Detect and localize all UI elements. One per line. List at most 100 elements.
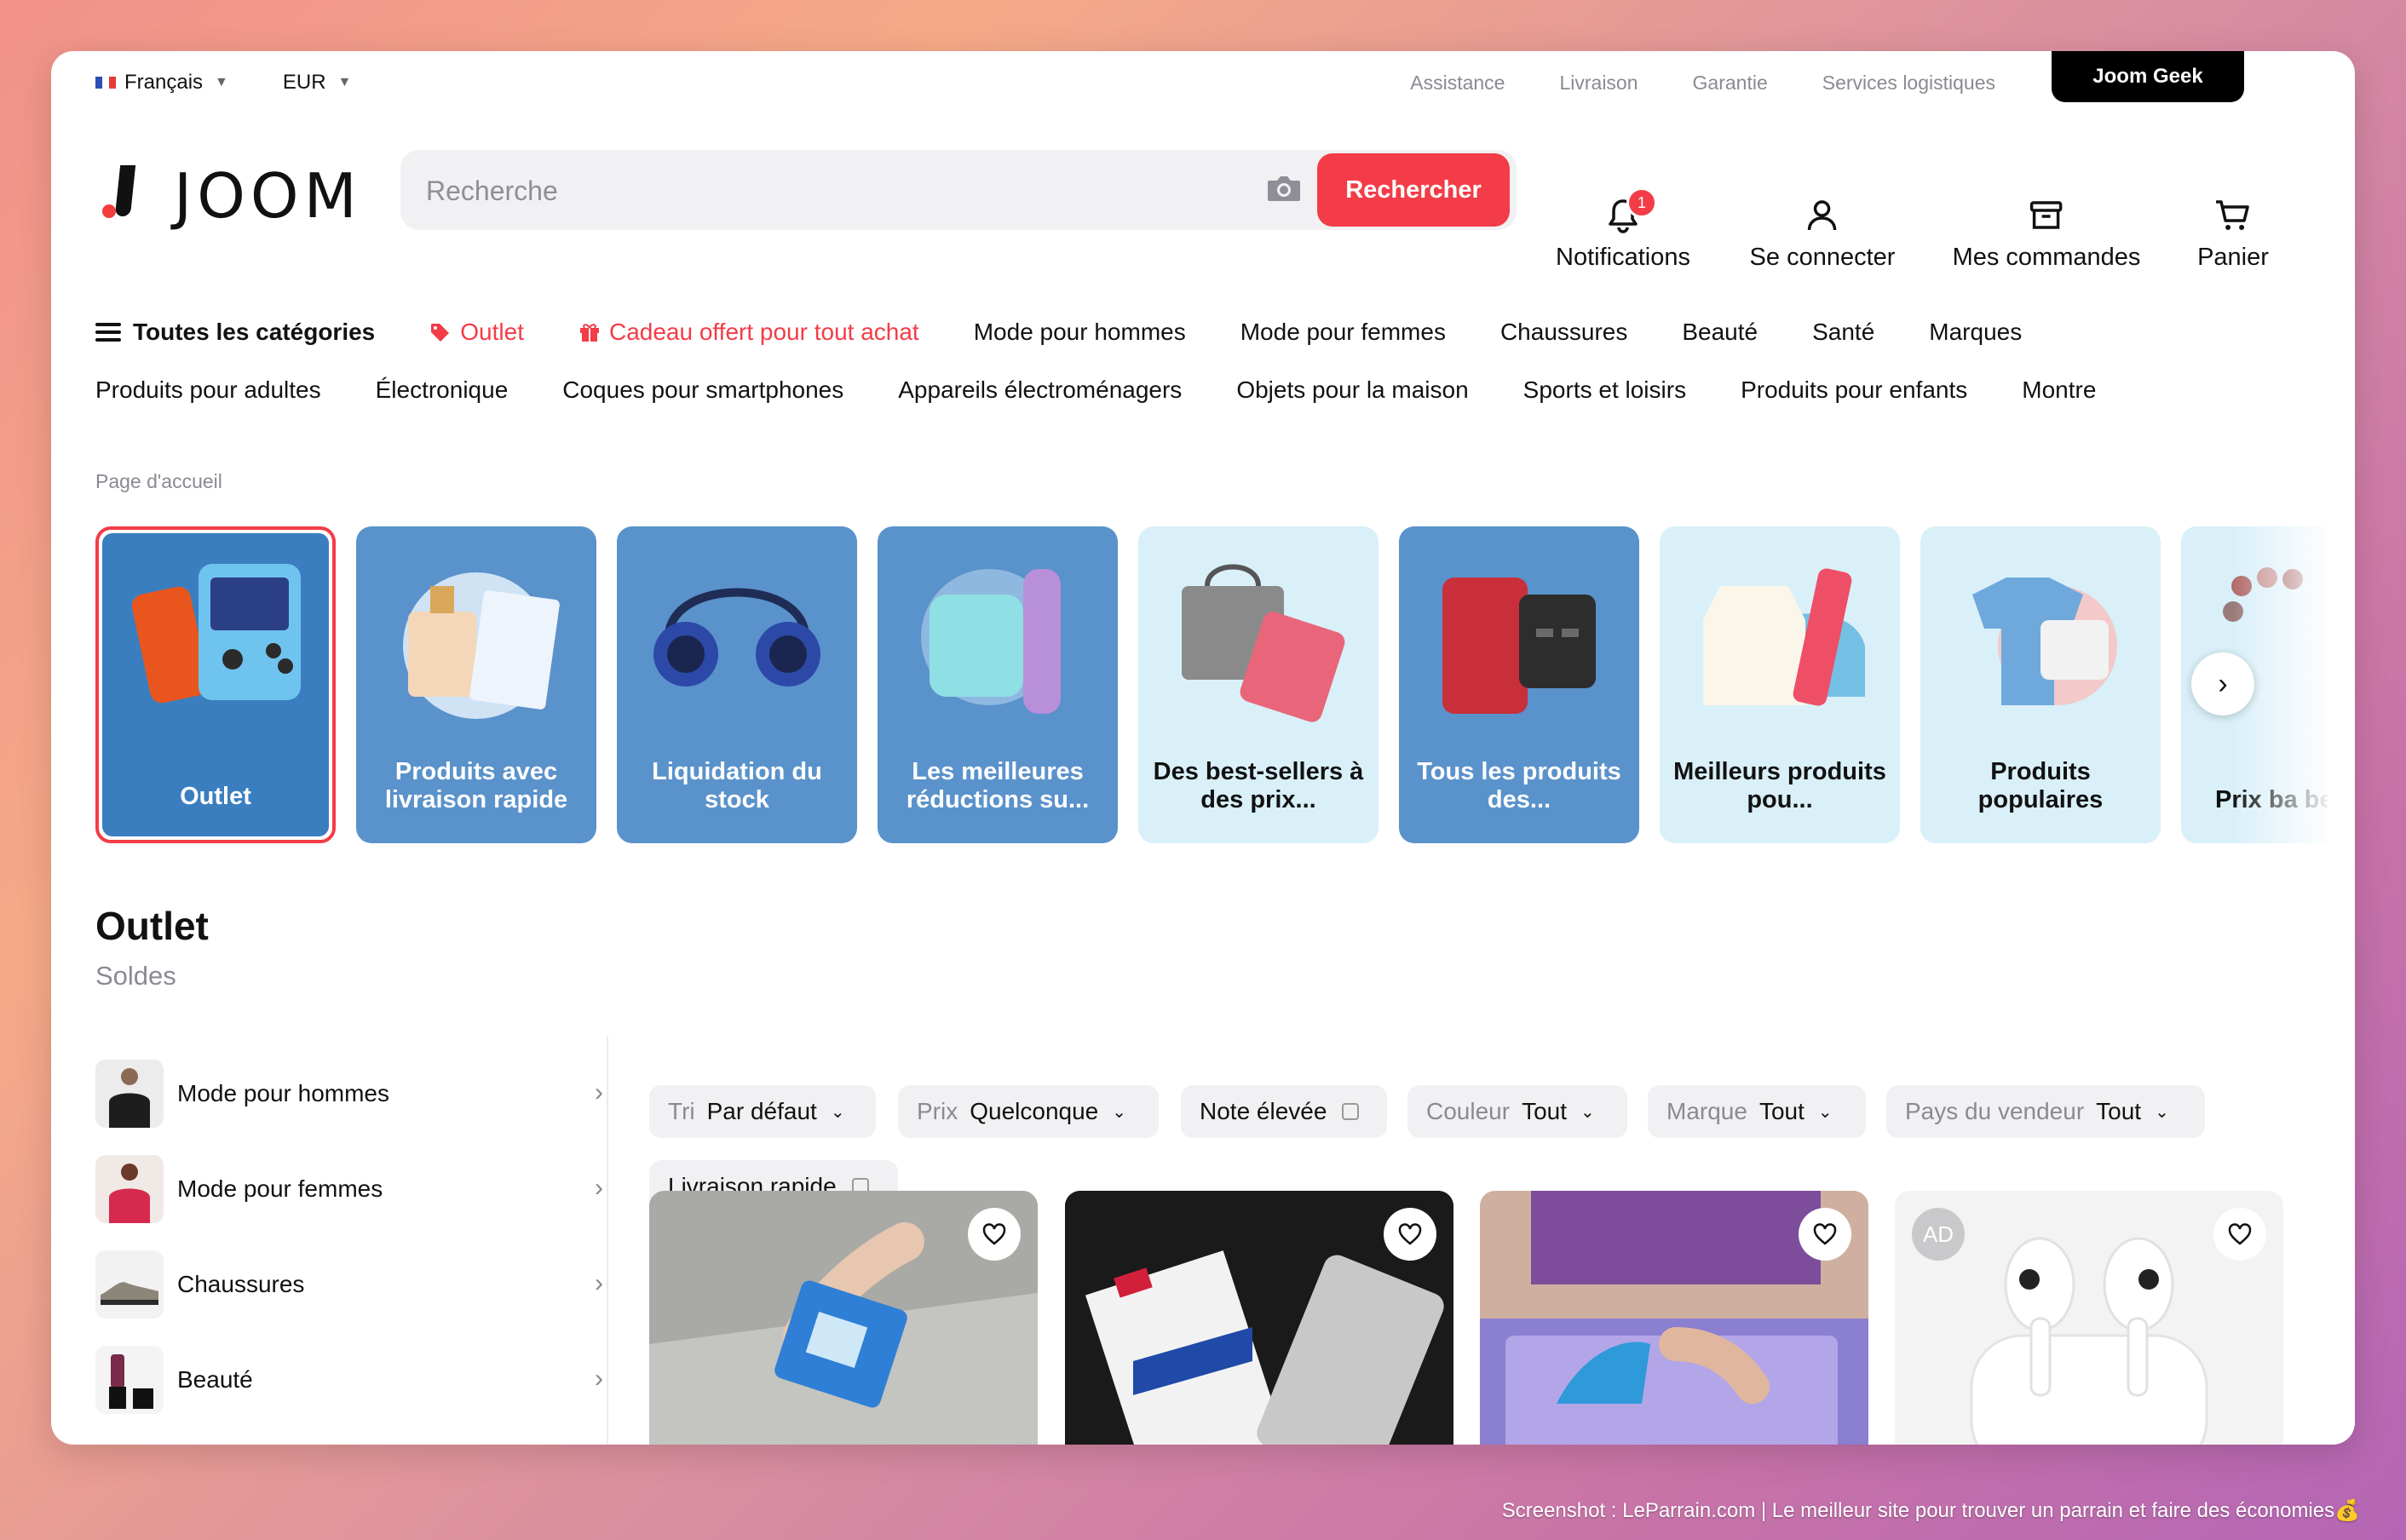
sidebar-item-mode-femmes[interactable]: Mode pour femmes › <box>95 1141 603 1237</box>
currency-selector[interactable]: EUR ▼ <box>283 71 352 95</box>
sort-value: Par défaut <box>706 1098 817 1124</box>
rating-checkbox[interactable] <box>1342 1103 1360 1120</box>
nav-coques[interactable]: Coques pour smartphones <box>562 376 843 404</box>
nav-produits-adultes[interactable]: Produits pour adultes <box>95 376 321 404</box>
nav-mode-hommes[interactable]: Mode pour hommes <box>974 319 1186 346</box>
cart-icon <box>2215 200 2249 230</box>
ad-badge: AD <box>1912 1208 1965 1261</box>
tile-liquidation[interactable]: Liquidation du stock <box>617 526 857 843</box>
search-button[interactable]: Rechercher <box>1317 153 1510 227</box>
favorite-button[interactable] <box>2213 1208 2266 1261</box>
france-flag-icon <box>95 77 116 89</box>
category-nav-row-1: Toutes les catégories Outlet Cadeau offe… <box>95 319 2022 346</box>
user-icon <box>1808 200 1837 231</box>
sidebar-item-mode-hommes[interactable]: Mode pour hommes › <box>95 1046 603 1141</box>
tag-icon <box>431 324 450 342</box>
color-key: Couleur <box>1426 1098 1511 1124</box>
sidebar-thumb <box>95 1250 164 1319</box>
chevron-down-icon: ⌄ <box>830 1102 845 1122</box>
sort-key: Tri <box>668 1098 695 1124</box>
country-value: Tout <box>2096 1098 2142 1124</box>
headphones-product-icon <box>653 588 820 687</box>
joom-geek-button[interactable]: Joom Geek <box>2052 51 2244 102</box>
orders-button[interactable]: Mes commandes <box>1953 196 2140 272</box>
cart-button[interactable]: Panier <box>2197 196 2269 272</box>
breadcrumb[interactable]: Page d'accueil <box>95 470 222 493</box>
nav-beaute[interactable]: Beauté <box>1682 319 1758 346</box>
nav-montre[interactable]: Montre <box>2022 376 2096 404</box>
rating-filter[interactable]: Note élevée <box>1181 1085 1387 1138</box>
product-card[interactable] <box>1065 1191 1453 1445</box>
brand-filter[interactable]: Marque Tout ⌄ <box>1648 1085 1866 1138</box>
category-sidebar: Mode pour hommes › Mode pour femmes › Ch… <box>95 1046 603 1428</box>
tile-outlet[interactable]: Outlet <box>95 526 336 843</box>
product-card[interactable]: AD <box>1895 1191 2283 1445</box>
sidebar-item-beaute[interactable]: Beauté › <box>95 1332 603 1428</box>
chevron-right-icon: › <box>595 1174 603 1202</box>
nav-gift[interactable]: Cadeau offert pour tout achat <box>578 319 919 346</box>
nav-electronique[interactable]: Électronique <box>376 376 509 404</box>
tile-livraison-rapide-label: Produits avec livraison rapide <box>384 758 568 813</box>
nav-chaussures[interactable]: Chaussures <box>1500 319 1627 346</box>
nav-sports[interactable]: Sports et loisirs <box>1523 376 1686 404</box>
chevron-right-icon: › <box>595 1078 603 1106</box>
tile-meilleures-reductions-label: Les meilleures réductions su... <box>906 758 1090 813</box>
tshirt-product-icon <box>1972 578 2117 705</box>
sidebar-item-chaussures[interactable]: Chaussures › <box>95 1237 603 1332</box>
tile-produits-populaires[interactable]: Produits populaires <box>1920 526 2161 843</box>
caret-down-icon: ▼ <box>337 75 352 89</box>
tile-tous-produits[interactable]: Tous les produits des... <box>1399 526 1639 843</box>
tile-meilleures-reductions[interactable]: Les meilleures réductions su... <box>878 526 1118 843</box>
tile-tous-produits-label: Tous les produits des... <box>1417 758 1621 813</box>
product-card[interactable] <box>1480 1191 1868 1445</box>
search-bar: Recherche r <box>400 150 1517 232</box>
chevron-down-icon: ⌄ <box>1580 1102 1595 1122</box>
sort-filter[interactable]: Tri Par défaut ⌄ <box>649 1085 876 1138</box>
search-input[interactable] <box>424 150 1194 232</box>
nav-outlet-label: Outlet <box>460 319 524 345</box>
heart-icon <box>982 1223 1006 1245</box>
price-filter[interactable]: Prix Quelconque ⌄ <box>898 1085 1159 1138</box>
seller-country-filter[interactable]: Pays du vendeur Tout ⌄ <box>1886 1085 2205 1138</box>
favorite-button[interactable] <box>1384 1208 1436 1261</box>
link-assistance[interactable]: Assistance <box>1410 72 1505 95</box>
product-card[interactable] <box>649 1191 1038 1445</box>
link-garantie[interactable]: Garantie <box>1693 72 1768 95</box>
nav-mode-femmes[interactable]: Mode pour femmes <box>1240 319 1446 346</box>
camera-icon[interactable] <box>1266 174 1302 203</box>
sidebar-item-label: Chaussures <box>177 1271 305 1297</box>
chevron-right-icon: › <box>595 1365 603 1393</box>
sidebar-divider <box>607 1036 608 1445</box>
nav-maison[interactable]: Objets pour la maison <box>1236 376 1468 404</box>
carousel-next-button[interactable]: › <box>2191 652 2254 715</box>
price-value: Quelconque <box>970 1098 1099 1124</box>
sidebar-item-label: Beauté <box>177 1366 253 1393</box>
box-icon <box>2030 201 2063 229</box>
notifications-button[interactable]: 1 Notifications <box>1556 187 1690 272</box>
nav-marques[interactable]: Marques <box>1929 319 2022 346</box>
joom-logo[interactable]: JOOM <box>99 160 362 232</box>
color-filter[interactable]: Couleur Tout ⌄ <box>1407 1085 1627 1138</box>
cart-label: Panier <box>2197 244 2269 271</box>
nav-electromenagers[interactable]: Appareils électroménagers <box>898 376 1182 404</box>
nav-sante[interactable]: Santé <box>1812 319 1874 346</box>
tile-best-sellers[interactable]: Des best-sellers à des prix... <box>1138 526 1379 843</box>
favorite-button[interactable] <box>1799 1208 1851 1261</box>
nav-outlet[interactable]: Outlet <box>429 319 524 346</box>
favorite-button[interactable] <box>968 1208 1021 1261</box>
perfume-product-icon <box>403 572 560 719</box>
login-button[interactable]: Se connecter <box>1750 196 1895 272</box>
vest-charger-product-icon <box>1442 578 1596 714</box>
chevron-right-icon: › <box>595 1269 603 1297</box>
language-selector[interactable]: Français ▼ <box>95 71 228 95</box>
link-livraison[interactable]: Livraison <box>1559 72 1638 95</box>
category-nav-row-2: Produits pour adultes Électronique Coque… <box>95 376 2096 404</box>
sidebar-item-label: Mode pour hommes <box>177 1080 390 1106</box>
all-categories-button[interactable]: Toutes les catégories <box>95 319 375 346</box>
tile-livraison-rapide[interactable]: Produits avec livraison rapide <box>356 526 596 843</box>
sidebar-thumb <box>95 1346 164 1414</box>
nav-enfants[interactable]: Produits pour enfants <box>1741 376 1967 404</box>
tile-meilleurs-produits[interactable]: Meilleurs produits pou... <box>1660 526 1900 843</box>
notifications-label: Notifications <box>1556 244 1690 271</box>
link-services-logistiques[interactable]: Services logistiques <box>1822 72 1995 95</box>
